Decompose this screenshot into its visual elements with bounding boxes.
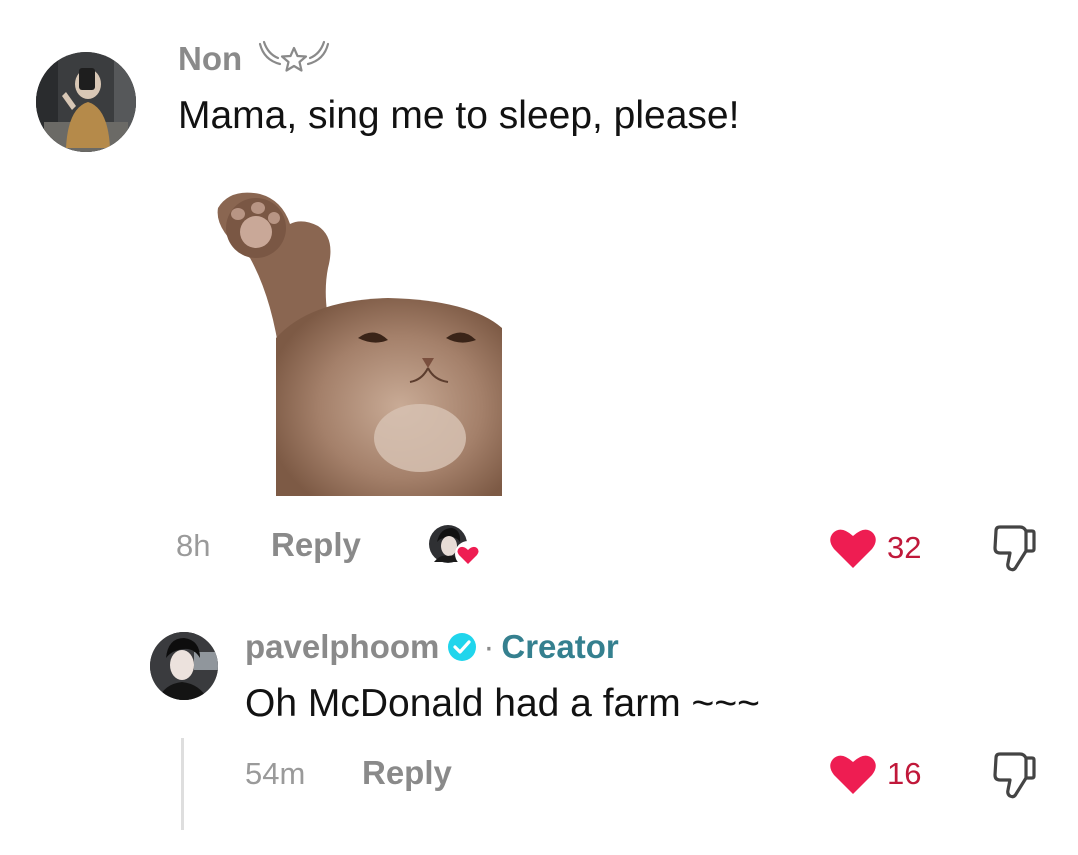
cat-waving-sticker [210, 188, 506, 498]
heart-icon[interactable] [829, 752, 877, 796]
wings-star-icon [256, 38, 332, 78]
thumbs-down-icon[interactable] [990, 750, 1038, 802]
like-count: 16 [887, 756, 922, 791]
thread-line [181, 738, 184, 830]
separator-dot: · [483, 628, 495, 665]
heart-icon[interactable] [829, 526, 877, 570]
creator-liked-avatar-icon [428, 522, 484, 568]
reply-header: pavelphoom · Creator [245, 628, 619, 666]
avatar-pavelphoom[interactable] [150, 632, 218, 700]
reply-button[interactable]: Reply [362, 754, 452, 792]
reply-author-name[interactable]: pavelphoom [245, 628, 439, 666]
comment-author-name[interactable]: Non [178, 40, 242, 78]
reply-button[interactable]: Reply [271, 526, 361, 564]
comment-text: Mama, sing me to sleep, please! [178, 94, 740, 137]
thumbs-down-icon[interactable] [990, 523, 1038, 575]
avatar-non[interactable] [36, 52, 136, 152]
comment-time: 8h [176, 528, 211, 563]
verified-check-icon [447, 632, 477, 662]
like-count: 32 [887, 530, 922, 565]
creator-tag: Creator [501, 628, 619, 665]
reply-time: 54m [245, 756, 306, 791]
reply-text: Oh McDonald had a farm ~~~ [245, 682, 760, 725]
